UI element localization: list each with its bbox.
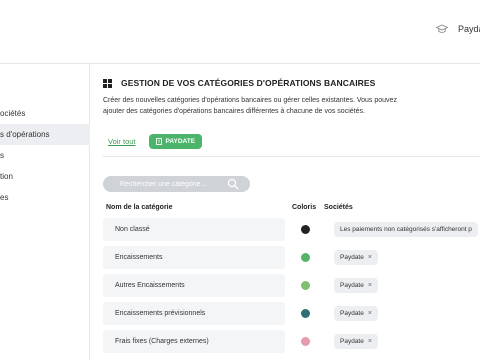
company-note-text: Les paiements non catégorisés s'afficher… <box>340 226 472 233</box>
sidebar-item-label: tion <box>0 172 13 181</box>
sidebar-item-label: s d'opérations <box>0 130 50 139</box>
page-title: GESTION DE VOS CATÉGORIES D'OPÉRATIONS B… <box>121 78 376 88</box>
sidebar-item-option[interactable]: tion <box>0 166 90 187</box>
company-filter-chip-label: PAYDATE <box>165 138 196 145</box>
category-color-swatch[interactable] <box>301 253 310 262</box>
page-header: GESTION DE VOS CATÉGORIES D'OPÉRATIONS B… <box>103 78 375 88</box>
close-icon[interactable]: × <box>368 306 372 321</box>
sidebar-item-label: s <box>0 151 4 160</box>
company-tag-label: Paydate <box>340 254 364 261</box>
sidebar-item-societes[interactable]: ociétés <box>0 103 90 124</box>
table-row[interactable]: Frais fixes (Charges externes) Paydate × <box>103 330 480 353</box>
sidebar-item-users[interactable]: s <box>0 145 90 166</box>
table-row[interactable]: Encaissements prévisionnels Paydate × <box>103 302 480 325</box>
search-input[interactable] <box>103 180 218 188</box>
category-name: Frais fixes (Charges externes) <box>103 330 285 353</box>
company-filter-chip[interactable]: PAYDATE <box>148 134 203 149</box>
column-header-companies: Sociétés <box>324 204 353 211</box>
building-icon <box>155 138 162 145</box>
company-tag: Paydate × <box>334 334 378 349</box>
grid-icon <box>103 78 112 88</box>
category-color-swatch[interactable] <box>301 337 310 346</box>
column-header-name: Nom de la catégorie <box>106 204 173 211</box>
graduation-cap-icon <box>436 24 448 33</box>
company-tag: Paydate × <box>334 250 378 265</box>
company-filter: Voir tout PAYDATE <box>108 134 203 149</box>
category-color-swatch[interactable] <box>301 281 310 290</box>
company-tag-label: Paydate <box>340 282 364 289</box>
table-row[interactable]: Non classé Les paiements non catégorisés… <box>103 218 480 241</box>
category-name: Encaissements <box>103 246 285 269</box>
close-icon[interactable]: × <box>368 278 372 293</box>
category-name: Non classé <box>103 218 285 241</box>
table-row[interactable]: Encaissements Paydate × <box>103 246 480 269</box>
divider <box>103 156 480 157</box>
company-tag-label: Paydate <box>340 338 364 345</box>
sidebar-item-categories[interactable]: s d'opérations <box>0 124 90 145</box>
company-tag: Paydate × <box>334 278 378 293</box>
sidebar-item-label: ociétés <box>0 109 26 118</box>
view-all-link[interactable]: Voir tout <box>108 137 136 146</box>
main-panel: GESTION DE VOS CATÉGORIES D'OPÉRATIONS B… <box>90 64 480 360</box>
table-row[interactable]: Autres Encaissements Paydate × <box>103 274 480 297</box>
category-color-swatch[interactable] <box>301 309 310 318</box>
search-bar <box>103 176 250 192</box>
company-note: Les paiements non catégorisés s'afficher… <box>334 222 478 237</box>
user-menu[interactable]: Payda <box>436 24 480 34</box>
page-description: Créer des nouvelles catégories d'opérati… <box>103 97 397 115</box>
user-name: Payda <box>458 24 480 34</box>
category-name: Encaissements prévisionnels <box>103 302 285 325</box>
sidebar: ociétés s d'opérations s tion es <box>0 64 90 360</box>
close-icon[interactable]: × <box>368 250 372 265</box>
column-header-color: Coloris <box>292 204 317 211</box>
category-color-swatch[interactable] <box>301 225 310 234</box>
company-tag: Paydate × <box>334 306 378 321</box>
category-name: Autres Encaissements <box>103 274 285 297</box>
sidebar-item-label: es <box>0 193 9 202</box>
company-tag-label: Paydate <box>340 310 364 317</box>
close-icon[interactable]: × <box>368 334 372 349</box>
search-icon[interactable] <box>227 178 239 190</box>
sidebar-item-archives[interactable]: es <box>0 187 90 208</box>
top-bar: Payda <box>0 0 480 64</box>
